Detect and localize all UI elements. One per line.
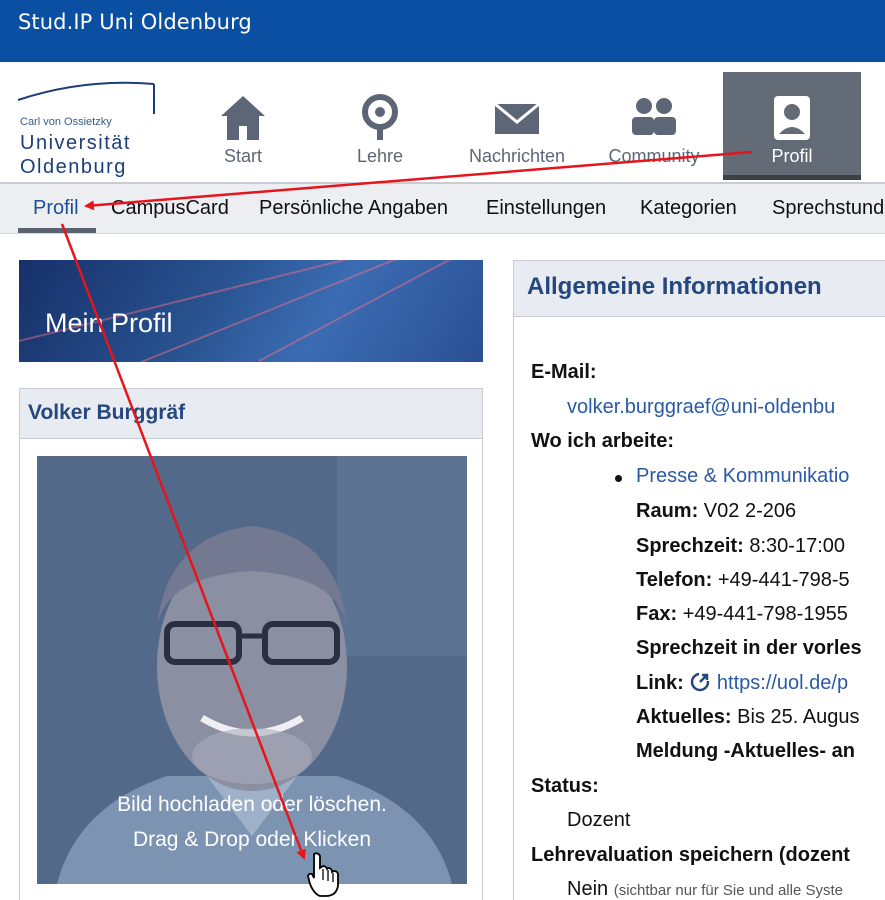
subnav-item-persoenliche-angaben[interactable]: Persönliche Angaben xyxy=(259,197,448,220)
profile-photo-upload[interactable]: Bild hochladen oder löschen. Drag & Drop… xyxy=(37,456,467,884)
subnav-item-campuscard[interactable]: CampusCard xyxy=(111,197,229,220)
profile-url-link[interactable]: https://uol.de/p xyxy=(717,672,848,694)
link-row: Link: https://uol.de/p xyxy=(636,672,849,694)
logo-arc-icon xyxy=(17,81,155,114)
subnav-item-einstellungen[interactable]: Einstellungen xyxy=(486,197,606,220)
report-news-label: Meldung -Aktuelles- an xyxy=(636,740,855,762)
banner-title: Mein Profil xyxy=(45,308,173,338)
community-icon xyxy=(632,98,676,135)
nav-item-profil[interactable]: Profil xyxy=(723,72,861,180)
status-label: Status: xyxy=(531,775,599,797)
upload-hint-line-2: Drag & Drop oder Klicken xyxy=(132,828,372,851)
lecture-free-hours-label: Sprechzeit in der vorles xyxy=(636,637,862,659)
evaluation-value-row: Nein (sichtbar nur für Sie und alle Syst… xyxy=(567,878,843,900)
nav-label-nachrichten: Nachrichten xyxy=(468,146,566,166)
evaluation-label: Lehrevaluation speichern (dozent xyxy=(531,844,850,866)
general-info-title: Allgemeine Informationen xyxy=(527,273,822,300)
nav-item-community[interactable]: Community xyxy=(585,72,723,180)
nav-item-start[interactable]: Start xyxy=(174,72,312,180)
logo-line-3: Oldenburg xyxy=(20,156,127,178)
home-icon xyxy=(221,96,265,140)
institute-link[interactable]: Presse & Kommunikatio xyxy=(636,465,849,488)
app-title[interactable]: Stud.IP Uni Oldenburg xyxy=(18,10,252,34)
logo-line-1: Carl von Ossietzky xyxy=(20,116,112,128)
email-link[interactable]: volker.burggraef@uni-oldenbu xyxy=(567,396,835,419)
mail-icon xyxy=(494,102,540,134)
phone-row: Telefon: +49-441-798-5 xyxy=(636,569,850,591)
active-tab-indicator xyxy=(18,228,96,233)
sub-navigation: Profil CampusCard Persönliche Angaben Ei… xyxy=(0,182,885,234)
list-bullet xyxy=(615,475,622,482)
news-row: Aktuelles: Bis 25. Augus xyxy=(636,706,860,728)
hours-row: Sprechzeit: 8:30-17:00 xyxy=(636,535,846,557)
profile-box-header: Volker Burggräf xyxy=(20,389,482,439)
fax-row: Fax: +49-441-798-1955 xyxy=(636,603,848,625)
profile-box: Volker Burggräf Bild hochladen oder lösc… xyxy=(19,388,483,900)
portrait-image xyxy=(37,456,467,884)
seminar-icon xyxy=(362,94,398,140)
title-bar: Stud.IP Uni Oldenburg xyxy=(0,0,885,62)
subnav-item-kategorien[interactable]: Kategorien xyxy=(640,197,737,220)
profile-banner: Mein Profil xyxy=(19,260,483,362)
main-navigation: Carl von Ossietzky Universität Oldenburg… xyxy=(0,62,885,182)
nav-label-lehre: Lehre xyxy=(356,146,404,166)
university-logo[interactable]: Carl von Ossietzky Universität Oldenburg xyxy=(14,76,164,178)
profile-icon xyxy=(774,96,810,140)
nav-item-lehre[interactable]: Lehre xyxy=(311,72,449,180)
status-value: Dozent xyxy=(567,809,631,831)
upload-hint-line-1: Bild hochladen oder löschen. xyxy=(117,793,387,816)
external-link-icon xyxy=(691,672,712,692)
nav-label-profil: Profil xyxy=(771,146,813,166)
logo-line-2: Universität xyxy=(20,132,131,154)
subnav-item-profil[interactable]: Profil xyxy=(33,197,79,220)
nav-item-nachrichten[interactable]: Nachrichten xyxy=(448,72,586,180)
room-row: Raum: V02 2-206 xyxy=(636,500,797,522)
nav-label-start: Start xyxy=(223,146,262,166)
profile-name: Volker Burggräf xyxy=(28,401,186,424)
subnav-item-sprechstunden[interactable]: Sprechstund xyxy=(772,197,884,220)
nav-label-community: Community xyxy=(608,146,700,166)
general-info-header: Allgemeine Informationen xyxy=(514,261,885,317)
work-label: Wo ich arbeite: xyxy=(531,430,674,452)
email-label: E-Mail: xyxy=(531,361,597,383)
